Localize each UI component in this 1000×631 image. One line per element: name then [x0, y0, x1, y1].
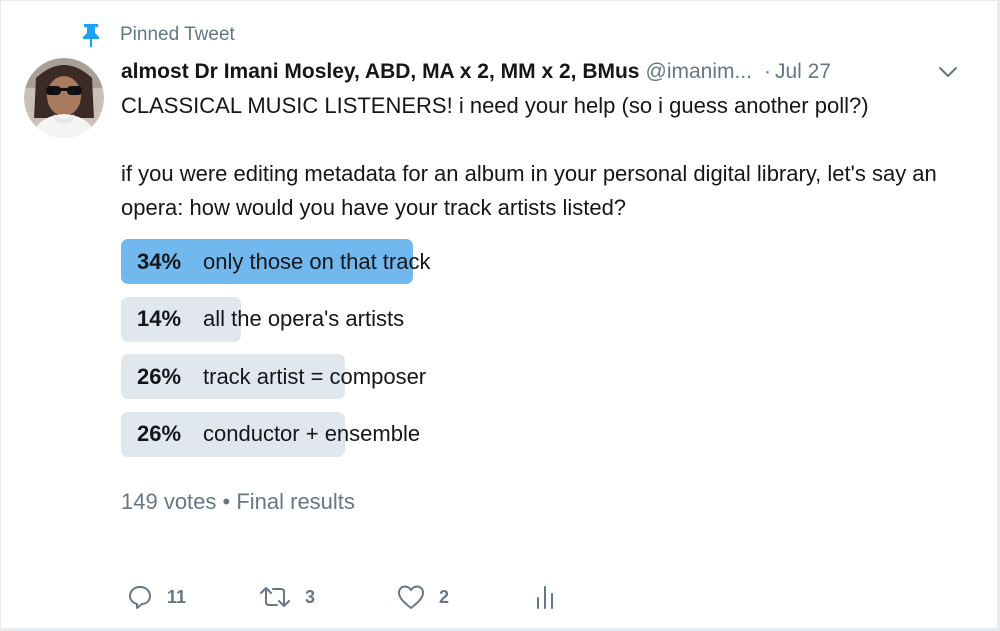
analytics-icon	[537, 586, 553, 609]
like-count: 2	[439, 586, 450, 607]
poll-option: 34% only those on that track	[121, 239, 981, 284]
poll-percent: 26%	[137, 421, 182, 446]
poll-label: track artist = composer	[203, 363, 427, 389]
poll-option-text: 34% only those on that track	[137, 239, 430, 284]
pinned-label: Pinned Tweet	[120, 24, 235, 45]
poll-option-text: 14% all the opera's artists	[137, 297, 404, 342]
chevron-down-icon[interactable]	[937, 61, 959, 83]
poll-option: 26% track artist = composer	[121, 354, 981, 399]
tweet-text: CLASSICAL MUSIC LISTENERS! i need your h…	[121, 89, 991, 225]
avatar[interactable]	[24, 58, 104, 138]
reply-count: 11	[167, 586, 187, 607]
tweet-text-line1: CLASSICAL MUSIC LISTENERS! i need your h…	[121, 93, 869, 118]
poll-label: all the opera's artists	[203, 306, 405, 331]
poll-label: only those on that track	[203, 248, 431, 274]
poll-option-text: 26% track artist = composer	[137, 354, 426, 399]
poll-option-text: 26% conductor + ensemble	[137, 412, 420, 457]
tweet-header: almost Dr Imani Mosley, ABD, MA x 2, MM …	[121, 57, 981, 87]
heart-icon	[398, 585, 424, 609]
author-name[interactable]: almost Dr Imani Mosley, ABD, MA x 2, MM …	[121, 60, 640, 84]
tweet-date[interactable]: Jul 27	[775, 60, 831, 84]
pinned-indicator: Pinned Tweet	[81, 23, 235, 47]
author-handle[interactable]: @imanim...	[646, 60, 753, 84]
retweet-icon	[260, 587, 290, 607]
like-button[interactable]: 2	[397, 581, 449, 613]
retweet-button[interactable]: 3	[259, 581, 315, 613]
retweet-count: 3	[305, 586, 316, 607]
pin-icon	[83, 24, 99, 47]
poll-label: conductor + ensemble	[203, 421, 421, 446]
poll-option: 14% all the opera's artists	[121, 296, 981, 342]
avatar-image	[24, 58, 104, 138]
poll: 34% only those on that track 14% all the…	[121, 239, 981, 469]
separator-dot: ·	[764, 60, 771, 83]
analytics-button[interactable]	[535, 581, 555, 613]
reply-icon	[129, 586, 151, 609]
poll-percent: 26%	[137, 363, 182, 389]
poll-percent: 14%	[137, 306, 182, 331]
poll-option: 26% conductor + ensemble	[121, 411, 981, 457]
tweet-card[interactable]: Pinned Tweet almost Dr Imani Mosley, ABD…	[0, 0, 998, 629]
tweet-actions: 11 3 2	[121, 581, 581, 613]
tweet-text-line2: if you were editing metadata for an albu…	[121, 161, 937, 220]
poll-meta: 149 votes • Final results	[121, 489, 355, 514]
poll-percent: 34%	[137, 248, 182, 274]
reply-button[interactable]: 11	[127, 581, 186, 613]
